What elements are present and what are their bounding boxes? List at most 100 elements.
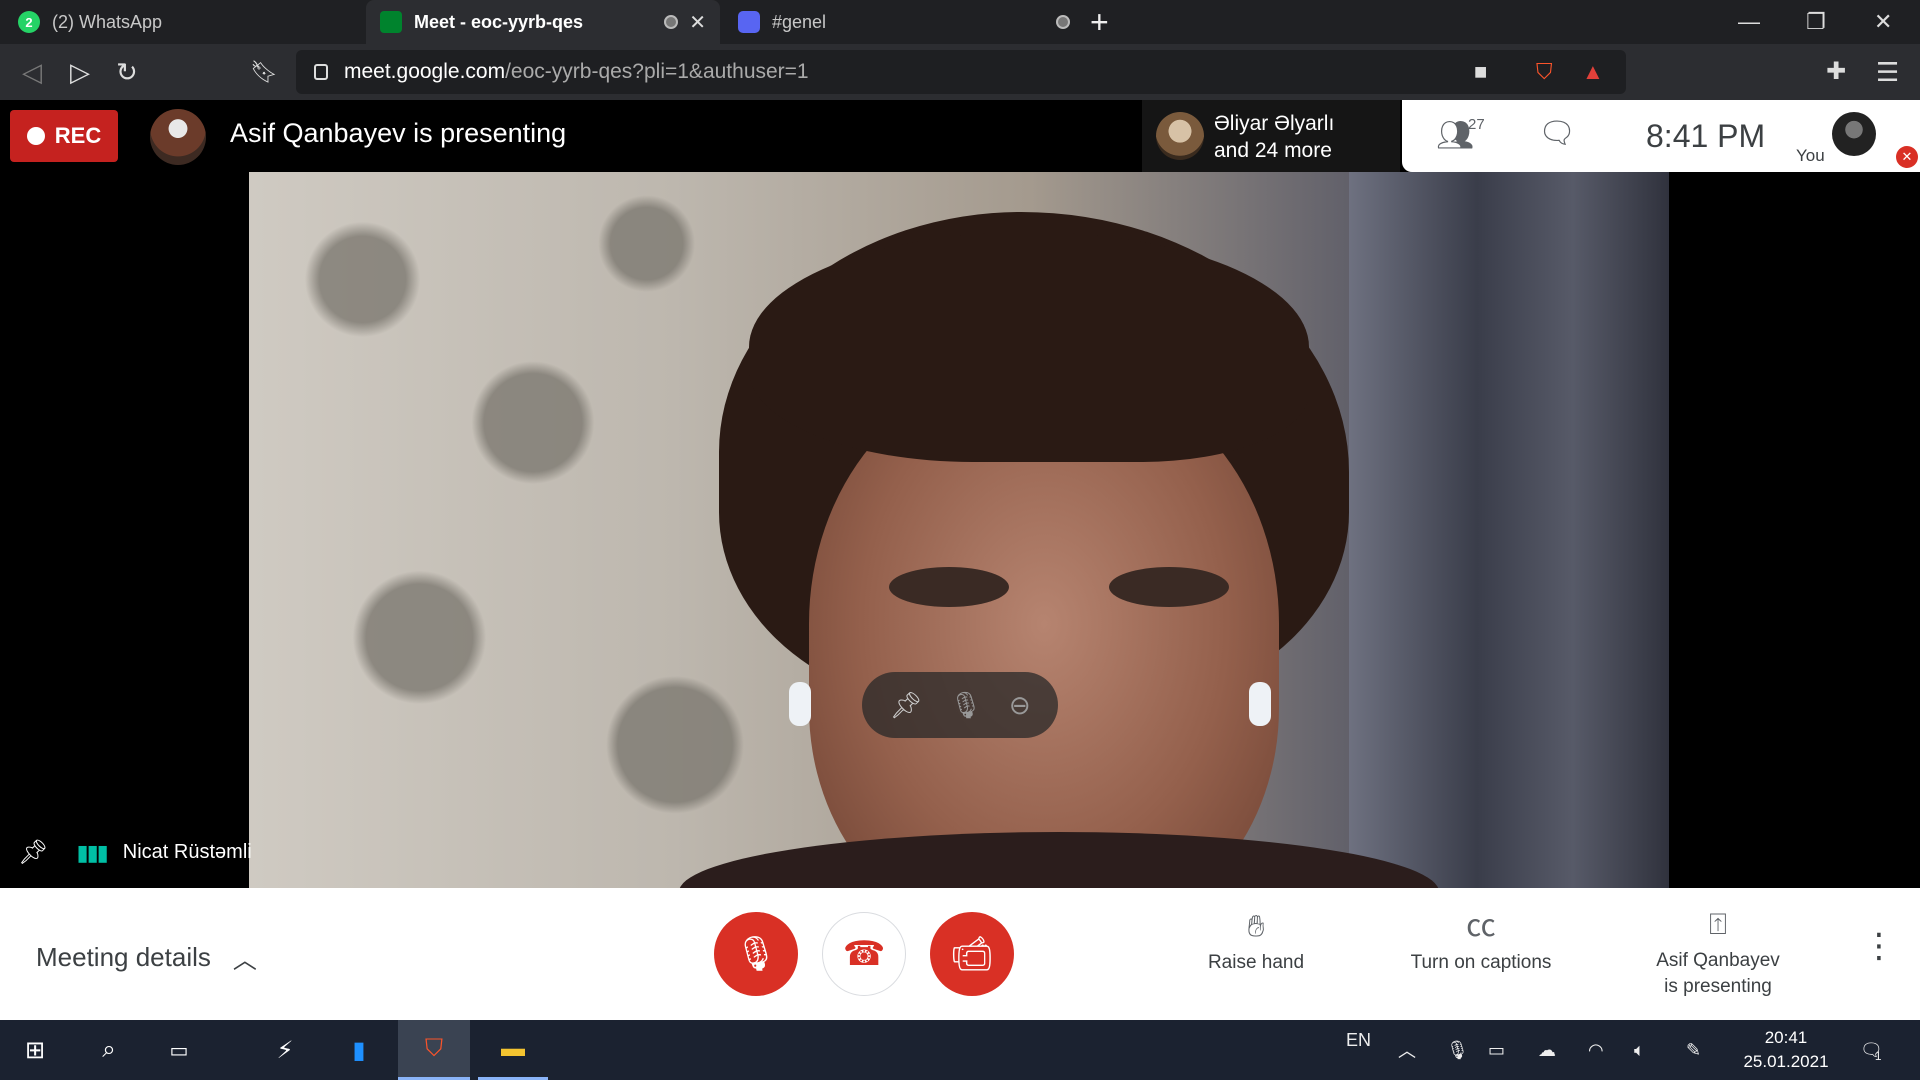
reload-icon[interactable]: ↻ (116, 54, 138, 90)
rec-label: REC (54, 123, 102, 148)
close-tab-icon[interactable]: ✕ (689, 10, 706, 35)
back-icon[interactable]: ◁ (22, 54, 42, 90)
speaker-name: Nicat Rüstəmli (122, 841, 252, 863)
onedrive-icon[interactable]: ☁︎ (1538, 1020, 1556, 1080)
chat-icon[interactable]: 🗨︎ (1538, 116, 1576, 151)
notification-count: 1 (1874, 1049, 1882, 1063)
file-explorer-icon[interactable]: ▬ (478, 1020, 548, 1080)
self-label: You (1796, 146, 1825, 165)
lock-icon (314, 64, 328, 80)
unpin-icon[interactable]: 📌︎ (889, 690, 922, 721)
mic-toggle-button[interactable]: 🎙︎ (714, 912, 798, 996)
right-eye (1109, 567, 1229, 607)
notifications-icon[interactable]: 🗨︎ 1 (1860, 1020, 1883, 1080)
system-clock[interactable]: 20:41 25.01.2021 (1736, 1026, 1836, 1074)
clock-date: 25.01.2021 (1743, 1052, 1829, 1071)
record-dot-icon (26, 127, 45, 145)
video-stage: 📌︎ 🎙︎ ⊖ 📌︎ ▮▮▮ Nicat Rüstəmli (0, 172, 1920, 888)
meeting-info-bar: 👥︎ 27 🗨︎ 8:41 PM You ✕ (1402, 100, 1920, 172)
self-avatar[interactable] (1832, 112, 1876, 156)
closed-captions-icon: ㏄ (1466, 910, 1496, 943)
app-icon[interactable]: ⚡︎ (252, 1020, 318, 1080)
browser-tab-strip: 2 (2) WhatsApp Meet - eoc-yyrb-qes ✕ #ge… (0, 0, 1920, 44)
clock-time: 20:41 (1764, 1028, 1808, 1047)
presenting-line2: is presenting (1664, 976, 1772, 997)
present-screen-icon: ⍐ (1709, 908, 1727, 941)
speaker-label: 📌︎ ▮▮▮ Nicat Rüstəmli (18, 838, 252, 867)
task-view-icon[interactable]: ▭ (146, 1020, 212, 1080)
mic-icon[interactable]: 🎙︎ (949, 690, 982, 721)
window-close-icon[interactable]: ✕ (1874, 4, 1892, 40)
minimize-icon[interactable]: — (1738, 4, 1760, 40)
new-tab-button[interactable]: + (1090, 4, 1109, 40)
raise-hand-label: Raise hand (1207, 952, 1305, 973)
search-icon[interactable]: ⌕ (76, 1020, 142, 1080)
recording-indicator-icon (664, 15, 678, 29)
curtain (1349, 172, 1669, 888)
pen-icon[interactable]: ✎ (1686, 1020, 1701, 1080)
more-options-icon[interactable]: ⋮ (1862, 926, 1896, 966)
brave-rewards-icon[interactable]: ▲ (1582, 60, 1604, 84)
self-muted-icon: ✕ (1896, 146, 1918, 168)
tile-actions-pill: 📌︎ 🎙︎ ⊖ (862, 672, 1058, 738)
tab-title: #genel (772, 11, 827, 32)
recording-indicator-icon (1056, 15, 1070, 29)
participant-count: 27 (1468, 116, 1485, 133)
brave-shields-icon[interactable]: ⛉ (1536, 60, 1553, 84)
camera-icon[interactable]: ■ (1474, 60, 1487, 84)
captions-button[interactable]: ㏄ Turn on captions (1396, 910, 1566, 976)
volume-icon[interactable]: 🔈︎ (1634, 1020, 1645, 1080)
presenting-title: Asif Qanbayev is presenting (230, 118, 567, 148)
brave-browser-icon[interactable]: ⛉ (398, 1020, 470, 1080)
meeting-details-button[interactable]: Meeting details ︿ (36, 940, 257, 975)
hang-up-icon: ☎︎ (842, 935, 886, 973)
show-hidden-icons-icon[interactable]: ︿ (1398, 1020, 1416, 1080)
menu-icon[interactable]: ☰ (1876, 54, 1899, 90)
mic-off-icon: 🎙︎ (734, 935, 778, 973)
url-host: meet.google.com (344, 60, 506, 83)
battery-icon[interactable]: ▭ (1488, 1020, 1505, 1080)
tab-whatsapp[interactable]: 2 (2) WhatsApp (0, 0, 366, 44)
meeting-details-label: Meeting details (36, 942, 211, 972)
address-bar[interactable]: meet.google.com /eoc-yyrb-qes?pli=1&auth… (296, 50, 1626, 94)
camera-toggle-button[interactable]: 📹︎ (930, 912, 1014, 996)
discord-icon (738, 11, 760, 33)
more-participants-count: and 24 more (1214, 139, 1332, 162)
tab-title: (2) WhatsApp (52, 11, 163, 32)
browser-toolbar: ◁ ▷ ↻ 🔖︎ meet.google.com /eoc-yyrb-qes?p… (0, 44, 1920, 100)
captions-label: Turn on captions (1410, 952, 1552, 973)
app-blue-icon[interactable]: ▮ (326, 1020, 392, 1080)
wifi-icon[interactable]: ◠ (1588, 1020, 1604, 1080)
tab-discord[interactable]: #genel (720, 0, 1080, 44)
chevron-up-icon: ︿ (232, 947, 257, 974)
hand-icon: ✋︎ (1247, 910, 1265, 943)
participant-avatar (1156, 112, 1204, 160)
recording-badge: REC (10, 110, 118, 162)
speaking-indicator-icon: ▮▮▮ (76, 839, 108, 865)
microphone-tray-icon[interactable]: 🎙︎ (1446, 1020, 1469, 1080)
camera-off-icon: 📹︎ (950, 935, 994, 973)
presenting-line1: Asif Qanbayev (1656, 950, 1780, 971)
extensions-icon[interactable]: ✚ (1826, 54, 1846, 90)
left-earbud (789, 682, 811, 726)
presenter-avatar (150, 109, 206, 165)
start-icon[interactable]: ⊞ (0, 1020, 70, 1080)
language-indicator[interactable]: EN (1346, 1010, 1371, 1070)
tab-meet[interactable]: Meet - eoc-yyrb-qes ✕ (366, 0, 720, 44)
main-video-feed[interactable] (249, 172, 1669, 888)
raise-hand-button[interactable]: ✋︎ Raise hand (1196, 910, 1316, 976)
meeting-controls: Meeting details ︿ 🎙︎ ☎︎ 📹︎ ✋︎ Raise hand… (0, 888, 1920, 1020)
right-earbud (1249, 682, 1271, 726)
present-now-button[interactable]: ⍐ Asif Qanbayev is presenting (1640, 908, 1796, 1000)
windows-taskbar: ⊞ ⌕ ▭ ⚡︎ ▮ ⛉ ▬ EN ︿ 🎙︎ ▭ ☁︎ ◠ 🔈︎ ✎ 20:41… (0, 1020, 1920, 1080)
restore-icon[interactable]: ❐ (1806, 4, 1826, 40)
whatsapp-icon: 2 (18, 11, 40, 33)
other-participants-tile[interactable]: Əliyar Əlyarlı and 24 more (1142, 100, 1400, 172)
leave-call-button[interactable]: ☎︎ (822, 912, 906, 996)
remove-icon[interactable]: ⊖ (1009, 690, 1031, 721)
meeting-clock: 8:41 PM (1646, 118, 1766, 154)
google-meet-icon (380, 11, 402, 33)
tab-title: Meet - eoc-yyrb-qes (414, 11, 584, 32)
forward-icon[interactable]: ▷ (70, 54, 90, 90)
bookmark-icon[interactable]: 🔖︎ (250, 54, 278, 90)
